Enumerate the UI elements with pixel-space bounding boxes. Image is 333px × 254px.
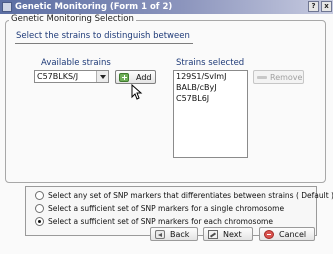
- option-label: Select a sufficient set of SNP markers f…: [48, 204, 285, 213]
- remove-button[interactable]: Remove: [253, 70, 304, 84]
- list-item[interactable]: C57BL6J: [174, 93, 247, 104]
- list-item[interactable]: 129S1/SvImJ: [174, 71, 247, 82]
- group-legend: Genetic Monitoring Selection: [9, 14, 136, 25]
- radio-any-snp[interactable]: [35, 191, 44, 200]
- available-strains-label: Available strains: [41, 58, 111, 68]
- radio-each-chromosome[interactable]: [35, 217, 44, 226]
- mouse-cursor-icon: [131, 84, 143, 100]
- option-label: Select a sufficient set of SNP markers f…: [48, 217, 273, 226]
- selected-strains-list[interactable]: 129S1/SvImJ BALB/cByJ C57BL6J: [173, 70, 248, 158]
- remove-button-label: Remove: [270, 73, 303, 82]
- add-button-label: Add: [136, 73, 152, 82]
- remove-icon: [257, 76, 267, 79]
- cancel-button-label: Cancel: [279, 230, 307, 239]
- instruction-text: Select the strains to distinguish betwee…: [16, 31, 190, 41]
- title-bar[interactable]: Genetic Monitoring (Form 1 of 2) ? x: [0, 0, 333, 14]
- close-button[interactable]: x: [321, 1, 332, 12]
- window-icon: [2, 2, 12, 12]
- selection-group: [5, 20, 326, 183]
- available-strains-value: C57BLKS/J: [37, 72, 79, 81]
- list-item[interactable]: BALB/cByJ: [174, 82, 247, 93]
- next-button[interactable]: Next: [203, 227, 253, 241]
- cancel-icon: [264, 230, 274, 239]
- chevron-down-icon[interactable]: [96, 71, 108, 82]
- radio-single-chromosome[interactable]: [35, 204, 44, 213]
- back-button[interactable]: Back: [150, 227, 198, 241]
- selected-strains-label: Strains selected: [176, 58, 245, 68]
- back-icon: [155, 230, 165, 239]
- option-label: Select any set of SNP markers that diffe…: [48, 191, 333, 200]
- back-button-label: Back: [170, 230, 190, 239]
- help-button[interactable]: ?: [308, 1, 319, 12]
- next-icon: [208, 230, 218, 239]
- available-strains-combo[interactable]: C57BLKS/J: [34, 70, 109, 83]
- cancel-button[interactable]: Cancel: [259, 227, 315, 241]
- instruction-divider: [15, 43, 193, 44]
- add-button[interactable]: Add: [115, 70, 156, 84]
- window-title: Genetic Monitoring (Form 1 of 2): [15, 2, 173, 12]
- next-button-label: Next: [223, 230, 242, 239]
- add-icon: [119, 73, 129, 82]
